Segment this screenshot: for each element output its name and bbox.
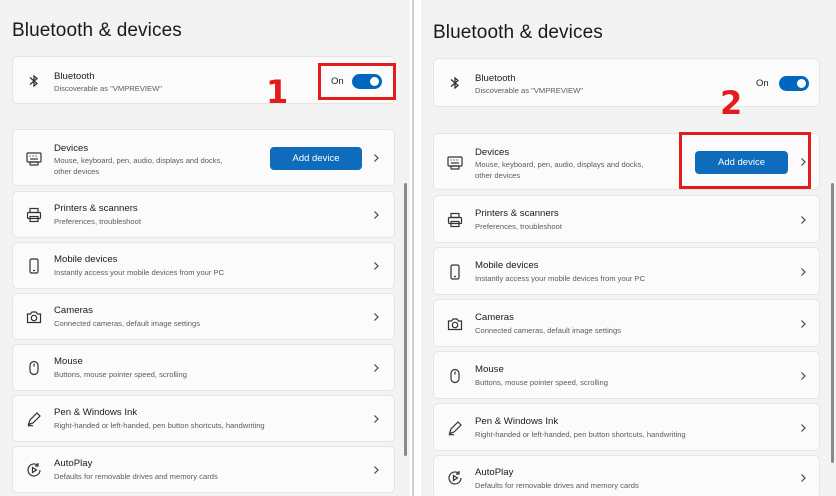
bluetooth-icon <box>25 72 43 90</box>
item-title: Printers & scanners <box>475 208 559 219</box>
list-item-cameras[interactable]: Cameras Connected cameras, default image… <box>12 293 395 340</box>
devices-card[interactable]: Devices Mouse, keyboard, pen, audio, dis… <box>12 129 395 186</box>
phone-icon <box>446 263 464 281</box>
item-title: Mouse <box>475 364 504 375</box>
camera-icon <box>446 315 464 333</box>
item-description: Preferences, troubleshoot <box>475 222 562 231</box>
item-description: Right-handed or left-handed, pen button … <box>475 430 686 439</box>
item-description: Defaults for removable drives and memory… <box>54 472 218 481</box>
item-title: Mouse <box>54 356 83 367</box>
chevron-right-icon[interactable] <box>371 363 381 373</box>
chevron-right-icon[interactable] <box>798 423 808 433</box>
panel-divider <box>410 0 421 496</box>
chevron-right-icon[interactable] <box>371 465 381 475</box>
list-item-mouse[interactable]: Mouse Buttons, mouse pointer speed, scro… <box>12 344 395 391</box>
devices-description-line1: Mouse, keyboard, pen, audio, displays an… <box>475 160 644 169</box>
printer-icon <box>25 206 43 224</box>
settings-panel-step-2: Bluetooth & devices Bluetooth Discoverab… <box>421 0 836 496</box>
bluetooth-icon <box>446 74 464 92</box>
devices-title: Devices <box>54 143 89 154</box>
devices-description-line2: other devices <box>475 171 521 180</box>
phone-icon <box>25 257 43 275</box>
item-description: Connected cameras, default image setting… <box>54 319 201 328</box>
autoplay-icon <box>446 469 464 487</box>
list-item-mobile-devices[interactable]: Mobile devices Instantly access your mob… <box>433 247 820 295</box>
page-title: Bluetooth & devices <box>12 20 182 41</box>
chevron-right-icon[interactable] <box>371 153 381 163</box>
list-item-pen[interactable]: Pen & Windows Ink Right-handed or left-h… <box>433 403 820 451</box>
bluetooth-card: Bluetooth Discoverable as "VMPREVIEW" On <box>433 58 820 107</box>
item-description: Buttons, mouse pointer speed, scrolling <box>54 370 187 379</box>
bluetooth-toggle[interactable] <box>779 76 809 91</box>
mouse-icon <box>446 367 464 385</box>
devices-title: Devices <box>475 147 510 158</box>
step-number-2: 2 <box>720 84 743 122</box>
item-description: Right-handed or left-handed, pen button … <box>54 421 265 430</box>
devices-icon <box>25 150 43 168</box>
pen-icon <box>25 410 43 428</box>
highlight-box-add-device <box>679 132 811 189</box>
chevron-right-icon[interactable] <box>371 312 381 322</box>
item-description: Buttons, mouse pointer speed, scrolling <box>475 378 608 387</box>
autoplay-icon <box>25 461 43 479</box>
list-item-autoplay[interactable]: AutoPlay Defaults for removable drives a… <box>12 446 395 493</box>
scrollbar-thumb[interactable] <box>831 183 834 463</box>
toggle-knob <box>797 79 806 88</box>
chevron-right-icon[interactable] <box>371 261 381 271</box>
list-item-mouse[interactable]: Mouse Buttons, mouse pointer speed, scro… <box>433 351 820 399</box>
item-title: Mobile devices <box>475 260 539 271</box>
bluetooth-title: Bluetooth <box>54 71 95 82</box>
devices-description-line1: Mouse, keyboard, pen, audio, displays an… <box>54 156 223 165</box>
item-description: Connected cameras, default image setting… <box>475 326 622 335</box>
devices-icon <box>446 154 464 172</box>
chevron-right-icon[interactable] <box>798 473 808 483</box>
chevron-right-icon[interactable] <box>798 319 808 329</box>
item-title: AutoPlay <box>475 467 514 478</box>
list-item-printers[interactable]: Printers & scanners Preferences, trouble… <box>12 191 395 238</box>
chevron-right-icon[interactable] <box>798 267 808 277</box>
step-number-1: 1 <box>266 73 289 111</box>
item-description: Defaults for removable drives and memory… <box>475 481 639 490</box>
item-title: Printers & scanners <box>54 203 138 214</box>
list-item-printers[interactable]: Printers & scanners Preferences, trouble… <box>433 195 820 243</box>
chevron-right-icon[interactable] <box>371 414 381 424</box>
list-item-cameras[interactable]: Cameras Connected cameras, default image… <box>433 299 820 347</box>
pen-icon <box>446 419 464 437</box>
item-description: Instantly access your mobile devices fro… <box>54 268 225 277</box>
chevron-right-icon[interactable] <box>798 371 808 381</box>
item-title: Mobile devices <box>54 254 118 265</box>
item-title: Pen & Windows Ink <box>54 407 138 418</box>
item-description: Preferences, troubleshoot <box>54 217 141 226</box>
settings-panel-step-1: Bluetooth & devices Bluetooth Discoverab… <box>0 0 410 496</box>
bluetooth-description: Discoverable as "VMPREVIEW" <box>54 84 162 93</box>
chevron-right-icon[interactable] <box>371 210 381 220</box>
list-item-autoplay[interactable]: AutoPlay Defaults for removable drives a… <box>433 455 820 496</box>
add-device-button[interactable]: Add device <box>270 147 362 170</box>
item-title: Pen & Windows Ink <box>475 416 559 427</box>
bluetooth-toggle-label: On <box>756 78 769 89</box>
devices-description-line2: other devices <box>54 167 100 176</box>
list-item-mobile-devices[interactable]: Mobile devices Instantly access your mob… <box>12 242 395 289</box>
item-description: Instantly access your mobile devices fro… <box>475 274 646 283</box>
scrollbar-thumb[interactable] <box>404 183 407 456</box>
list-item-pen[interactable]: Pen & Windows Ink Right-handed or left-h… <box>12 395 395 442</box>
printer-icon <box>446 211 464 229</box>
item-title: Cameras <box>54 305 93 316</box>
item-title: Cameras <box>475 312 514 323</box>
bluetooth-description: Discoverable as "VMPREVIEW" <box>475 86 583 95</box>
highlight-box-toggle <box>318 63 396 100</box>
page-title: Bluetooth & devices <box>433 22 603 43</box>
camera-icon <box>25 308 43 326</box>
bluetooth-title: Bluetooth <box>475 73 516 84</box>
item-title: AutoPlay <box>54 458 93 469</box>
mouse-icon <box>25 359 43 377</box>
chevron-right-icon[interactable] <box>798 215 808 225</box>
